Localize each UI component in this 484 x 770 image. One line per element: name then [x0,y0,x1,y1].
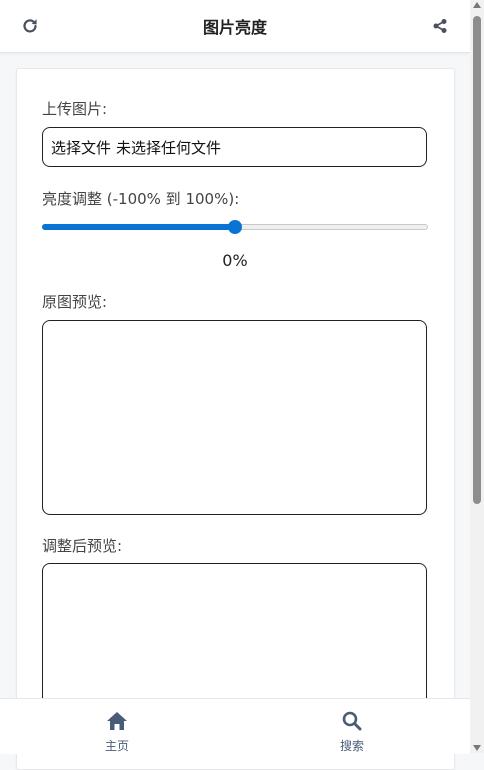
nav-home-label: 主页 [104,739,129,753]
original-preview-box [42,320,427,515]
page-scrollbar[interactable] [470,0,484,753]
scroll-down-arrow-icon[interactable] [473,745,481,751]
home-icon [107,712,127,730]
brightness-value: 0% [222,251,248,270]
slider-thumb[interactable] [228,220,242,234]
nav-search-label: 搜索 [339,739,364,753]
editor-card: 上传图片: 选择文件 未选择任何文件 亮度调整 (-100% 到 100%): … [16,68,455,770]
choose-file-button[interactable]: 选择文件 [51,137,111,158]
page-title: 图片亮度 [202,18,267,37]
bottom-nav: 主页 搜索 [0,698,470,754]
scroll-up-arrow-icon[interactable] [473,2,481,8]
search-icon [342,711,362,731]
adjusted-preview-label: 调整后预览: [42,537,123,555]
refresh-icon[interactable] [18,14,42,38]
scrollbar-thumb[interactable] [473,16,481,504]
original-preview-label: 原图预览: [42,293,108,311]
brightness-slider[interactable] [42,220,428,234]
app-header: 图片亮度 [0,0,470,53]
upload-label: 上传图片: [42,100,108,118]
share-icon[interactable] [428,14,452,38]
file-input[interactable]: 选择文件 未选择任何文件 [42,127,427,167]
brightness-label: 亮度调整 (-100% 到 100%): [42,190,240,208]
slider-fill [42,224,235,230]
nav-search[interactable]: 搜索 [322,711,382,754]
nav-home[interactable]: 主页 [87,711,147,754]
file-status-text: 未选择任何文件 [116,138,222,157]
